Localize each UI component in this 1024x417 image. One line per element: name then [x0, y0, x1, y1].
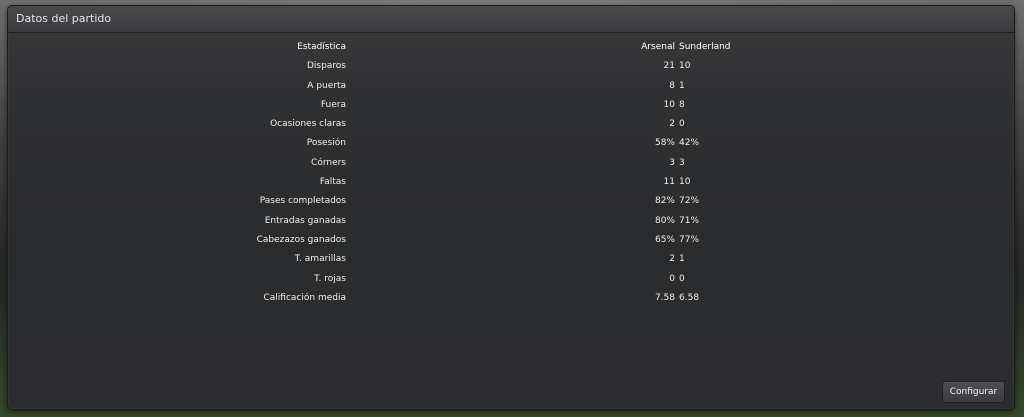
away-value: 71% [679, 215, 700, 226]
home-value: 58% [654, 138, 675, 149]
away-value: 0 [679, 119, 685, 130]
away-value: 10 [679, 61, 691, 72]
stat-row: Cabezazos ganados 65% 77% [8, 233, 1014, 252]
stat-row: Fuera 10 8 [8, 98, 1014, 117]
stat-row: Córners 3 3 [8, 156, 1014, 175]
match-stats-panel: Datos del partido Estadística Arsenal Su… [7, 5, 1015, 410]
stat-row: T. rojas 0 0 [8, 272, 1014, 291]
away-value: 10 [679, 177, 691, 188]
stat-label: A puerta [307, 80, 346, 91]
away-value: 1 [679, 254, 685, 265]
away-value: 72% [679, 196, 700, 207]
stat-label: T. rojas [314, 273, 346, 284]
stat-row: Faltas 11 10 [8, 175, 1014, 194]
home-value: 65% [654, 234, 675, 245]
away-team-header: Sunderland [679, 42, 731, 52]
home-value: 80% [654, 215, 675, 226]
home-value: 2 [669, 254, 675, 265]
configure-button[interactable]: Configurar [942, 381, 1005, 403]
stat-label: Cabezazos ganados [256, 234, 346, 245]
home-value: 11 [663, 177, 675, 188]
home-value: 10 [663, 99, 675, 110]
home-value: 3 [669, 157, 675, 168]
stat-label: Faltas [319, 177, 346, 188]
stat-row: Calificación media 7.58 6.58 [8, 291, 1014, 310]
away-value: 1 [679, 80, 685, 91]
home-team-header: Arsenal [641, 42, 675, 52]
stats-table: Estadística Arsenal Sunderland Disparos … [8, 40, 1014, 310]
stat-row: Entradas ganadas 80% 71% [8, 214, 1014, 233]
away-value: 3 [679, 157, 685, 168]
stat-row: Posesión 58% 42% [8, 136, 1014, 155]
stat-row: Ocasiones claras 2 0 [8, 117, 1014, 136]
stat-row: Disparos 21 10 [8, 59, 1014, 78]
away-value: 6.58 [679, 292, 700, 303]
stat-label: Pases completados [259, 196, 346, 207]
away-value: 8 [679, 99, 685, 110]
home-value: 21 [663, 61, 675, 72]
home-value: 2 [669, 119, 675, 130]
away-value: 77% [679, 234, 700, 245]
away-value: 0 [679, 273, 685, 284]
home-value: 0 [669, 273, 675, 284]
stat-label: T. amarillas [294, 254, 346, 265]
stat-label: Entradas ganadas [264, 215, 346, 226]
stat-label: Posesión [306, 138, 346, 149]
panel-title: Datos del partido [16, 12, 112, 25]
stat-label: Fuera [320, 99, 346, 110]
stat-label: Ocasiones claras [270, 119, 346, 130]
away-value: 42% [679, 138, 700, 149]
home-value: 82% [654, 196, 675, 207]
stat-label: Córners [311, 157, 346, 168]
stat-row: T. amarillas 2 1 [8, 252, 1014, 271]
stat-label: Disparos [306, 61, 346, 72]
stat-row: Pases completados 82% 72% [8, 194, 1014, 213]
stats-header-row: Estadística Arsenal Sunderland [8, 40, 1014, 59]
home-value: 8 [669, 80, 675, 91]
home-value: 7.58 [654, 292, 675, 303]
stat-column-header: Estadística [297, 42, 346, 52]
stat-label: Calificación media [263, 292, 347, 303]
stat-row: A puerta 8 1 [8, 79, 1014, 98]
panel-header: Datos del partido [8, 6, 1014, 33]
